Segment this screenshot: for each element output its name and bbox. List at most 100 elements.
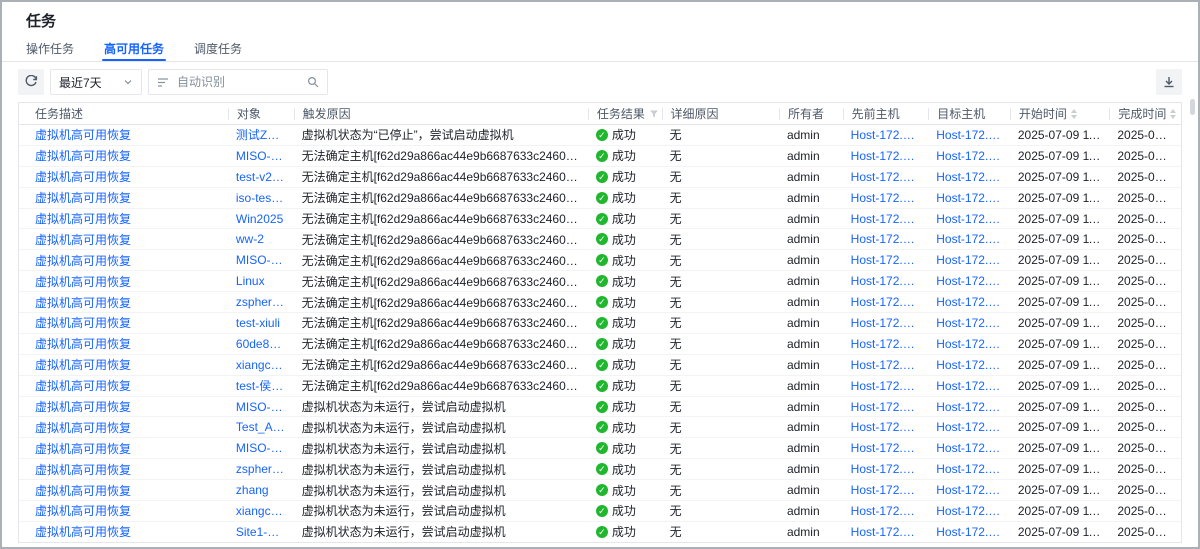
task-desc-link[interactable]: 虚拟机高可用恢复	[19, 189, 228, 206]
previous-host-link[interactable]: Host-172.27.1.30	[843, 358, 929, 372]
task-desc-link[interactable]: 虚拟机高可用恢复	[19, 126, 228, 143]
target-host-link[interactable]: Host-172.27...	[928, 420, 1010, 434]
target-host-link[interactable]: Host-172.27...	[928, 379, 1010, 393]
previous-host-link[interactable]: Host-172.27.1.32	[843, 400, 929, 414]
target-host-link[interactable]: Host-172.27...	[928, 483, 1010, 497]
target-host-link[interactable]: Host-172.27...	[928, 253, 1010, 267]
target-host-link[interactable]: Host-172.27...	[928, 191, 1010, 205]
previous-host-link[interactable]: Host-172.27.1.32	[843, 441, 929, 455]
task-desc-link[interactable]: 虚拟机高可用恢复	[19, 252, 228, 269]
target-host-link[interactable]: Host-172.27...	[928, 358, 1010, 372]
previous-host-link[interactable]: Host-172.27.1.32	[843, 483, 929, 497]
previous-host-link[interactable]: Host-172.27.1.32	[843, 462, 929, 476]
task-desc-link[interactable]: 虚拟机高可用恢复	[19, 273, 228, 290]
object-link[interactable]: test-xiuli	[228, 316, 294, 330]
task-desc-link[interactable]: 虚拟机高可用恢复	[19, 356, 228, 373]
task-desc-link[interactable]: 虚拟机高可用恢复	[19, 231, 228, 248]
task-desc-link[interactable]: 虚拟机高可用恢复	[19, 502, 228, 519]
task-desc-link[interactable]: 虚拟机高可用恢复	[19, 419, 228, 436]
previous-host-link[interactable]: Host-172.27.1.30	[843, 337, 929, 351]
target-host-link[interactable]: Host-172.27...	[928, 232, 1010, 246]
owner: admin	[779, 128, 843, 142]
success-check-icon: ✓	[596, 380, 608, 392]
object-link[interactable]: MISO-Site2...	[228, 149, 294, 163]
previous-host-link[interactable]: Host-172.27.1.30	[843, 253, 929, 267]
target-host-link[interactable]: Host-172.27...	[928, 462, 1010, 476]
previous-host-link[interactable]: Host-172.27.1.30	[843, 295, 929, 309]
task-desc-link[interactable]: 虚拟机高可用恢复	[19, 482, 228, 499]
previous-host-link[interactable]: Host-172.27.1.30	[843, 316, 929, 330]
finish-time: 2025-07-09 1...	[1109, 462, 1181, 476]
target-host-link[interactable]: Host-172.27...	[928, 274, 1010, 288]
object-link[interactable]: zhang	[228, 483, 294, 497]
object-link[interactable]: MISO-Serve...	[228, 400, 294, 414]
export-button[interactable]	[1156, 69, 1182, 95]
target-host-link[interactable]: Host-172.27...	[928, 525, 1010, 539]
success-check-icon: ✓	[596, 254, 608, 266]
funnel-filter-icon[interactable]	[649, 109, 659, 119]
previous-host-link[interactable]: Host-172.27.1.32	[843, 420, 929, 434]
refresh-button[interactable]	[18, 69, 44, 95]
task-desc-link[interactable]: 虚拟机高可用恢复	[19, 335, 228, 352]
object-link[interactable]: Linux	[228, 274, 294, 288]
task-desc-link[interactable]: 虚拟机高可用恢复	[19, 377, 228, 394]
task-desc-link[interactable]: 虚拟机高可用恢复	[19, 294, 228, 311]
time-range-select[interactable]: 最近7天	[50, 69, 142, 95]
task-desc-link[interactable]: 虚拟机高可用恢复	[19, 523, 228, 540]
object-link[interactable]: Test_AX_Na...	[228, 420, 294, 434]
object-link[interactable]: Site1-Client1	[228, 525, 294, 539]
search-icon[interactable]	[307, 76, 319, 88]
sort-icon[interactable]	[1170, 109, 1176, 119]
previous-host-link[interactable]: Host-172.27.1.30	[843, 212, 929, 226]
object-link[interactable]: MISO-Site2...	[228, 441, 294, 455]
scrollbar[interactable]	[1190, 99, 1195, 115]
target-host-link[interactable]: Host-172.27...	[928, 400, 1010, 414]
previous-host-link[interactable]: Host-172.27.1.30	[843, 379, 929, 393]
sort-icon[interactable]	[1071, 109, 1077, 119]
previous-host-link[interactable]: Host-172.27.1.30	[843, 232, 929, 246]
target-host-link[interactable]: Host-172.27...	[928, 504, 1010, 518]
object-link[interactable]: Win2025	[228, 212, 294, 226]
tab-ha-tasks[interactable]: 高可用任务	[96, 36, 172, 61]
object-link[interactable]: zspheremim...	[228, 462, 294, 476]
object-link[interactable]: 60de88a14...	[228, 337, 294, 351]
owner: admin	[779, 316, 843, 330]
task-desc-link[interactable]: 虚拟机高可用恢复	[19, 314, 228, 331]
task-desc-link[interactable]: 虚拟机高可用恢复	[19, 461, 228, 478]
task-desc-link[interactable]: 虚拟机高可用恢复	[19, 147, 228, 164]
object-link[interactable]: 测试Zaku集...	[228, 126, 294, 143]
object-link[interactable]: test-v2v-02	[228, 170, 294, 184]
target-host-link[interactable]: Host-172.27...	[928, 149, 1010, 163]
object-link[interactable]: zspheremim...	[228, 295, 294, 309]
previous-host-link[interactable]: Host-172.27.1.30	[843, 274, 929, 288]
task-desc-link[interactable]: 虚拟机高可用恢复	[19, 210, 228, 227]
previous-host-link[interactable]: Host-172.27.1.32	[843, 525, 929, 539]
task-desc-link[interactable]: 虚拟机高可用恢复	[19, 398, 228, 415]
object-link[interactable]: MISO-Site1...	[228, 253, 294, 267]
previous-host-link[interactable]: Host-172.27.1.30	[843, 128, 929, 142]
table-row: 虚拟机高可用恢复 60de88a14... 无法确定主机[f62d29a866a…	[19, 334, 1181, 355]
tab-scheduled-tasks[interactable]: 调度任务	[186, 36, 250, 61]
tab-operation-tasks[interactable]: 操作任务	[18, 36, 82, 61]
previous-host-link[interactable]: Host-172.27.1.32	[843, 504, 929, 518]
search-input[interactable]	[175, 74, 301, 90]
target-host-link[interactable]: Host-172.27...	[928, 212, 1010, 226]
task-desc-link[interactable]: 虚拟机高可用恢复	[19, 440, 228, 457]
target-host-link[interactable]: Host-172.27...	[928, 295, 1010, 309]
finish-time: 2025-07-09 1...	[1109, 316, 1181, 330]
object-link[interactable]: test-侯文静-...	[228, 377, 294, 394]
object-link[interactable]: xiangcheng....	[228, 358, 294, 372]
task-desc-link[interactable]: 虚拟机高可用恢复	[19, 168, 228, 185]
task-result: ✓成功	[588, 210, 662, 227]
previous-host-link[interactable]: Host-172.27.1.30	[843, 149, 929, 163]
previous-host-link[interactable]: Host-172.27.1.30	[843, 191, 929, 205]
target-host-link[interactable]: Host-172.27...	[928, 128, 1010, 142]
previous-host-link[interactable]: Host-172.27.1.30	[843, 170, 929, 184]
target-host-link[interactable]: Host-172.27...	[928, 441, 1010, 455]
object-link[interactable]: iso-test可删	[228, 189, 294, 206]
object-link[interactable]: xiangcheng....	[228, 504, 294, 518]
target-host-link[interactable]: Host-172.27...	[928, 316, 1010, 330]
target-host-link[interactable]: Host-172.27...	[928, 170, 1010, 184]
target-host-link[interactable]: Host-172.27...	[928, 337, 1010, 351]
object-link[interactable]: ww-2	[228, 232, 294, 246]
